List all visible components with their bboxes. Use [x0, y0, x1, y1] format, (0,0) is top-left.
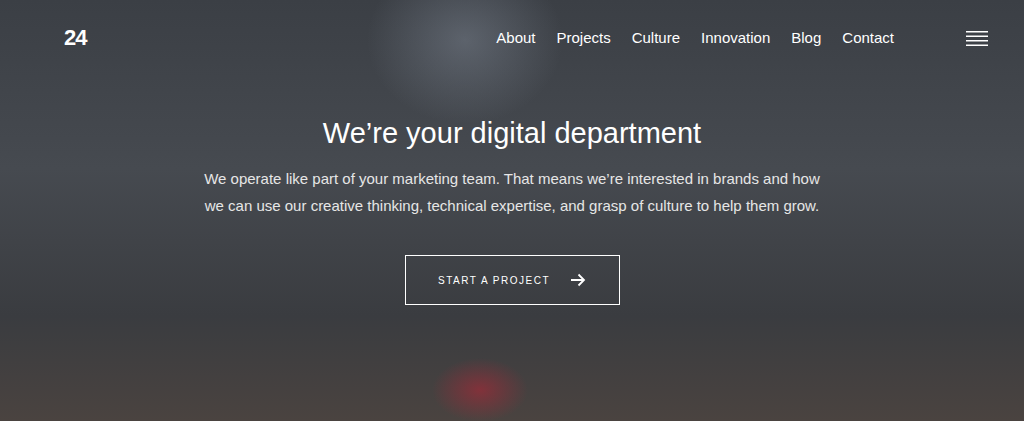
logo[interactable]: 24: [64, 25, 86, 51]
nav-link[interactable]: Projects: [556, 29, 610, 46]
site-header: 24 About Projects Culture Innovation Blog Cont…: [0, 0, 1024, 75]
hero-title: We’re your digital department: [323, 115, 701, 151]
menu-icon: [966, 30, 988, 46]
hero: We’re your digital department We operate …: [0, 75, 1024, 305]
nav-link[interactable]: Culture: [632, 29, 680, 46]
hero-page: 24 About Projects Culture Innovation Blog Cont…: [0, 0, 1024, 421]
main-nav: About Projects Culture Innovation Blog Contac…: [496, 29, 894, 46]
start-project-button[interactable]: START A PROJECT: [405, 255, 620, 305]
nav-link[interactable]: About: [496, 29, 535, 46]
arrow-right-icon: [570, 273, 586, 287]
menu-button[interactable]: [964, 28, 990, 48]
hero-text: We operate like part of your marketing t…: [202, 165, 822, 219]
nav-link[interactable]: Innovation: [701, 29, 770, 46]
nav-area: About Projects Culture Innovation Blog Contac…: [496, 28, 990, 48]
nav-link[interactable]: Blog: [791, 29, 821, 46]
nav-link[interactable]: Contact: [842, 29, 894, 46]
